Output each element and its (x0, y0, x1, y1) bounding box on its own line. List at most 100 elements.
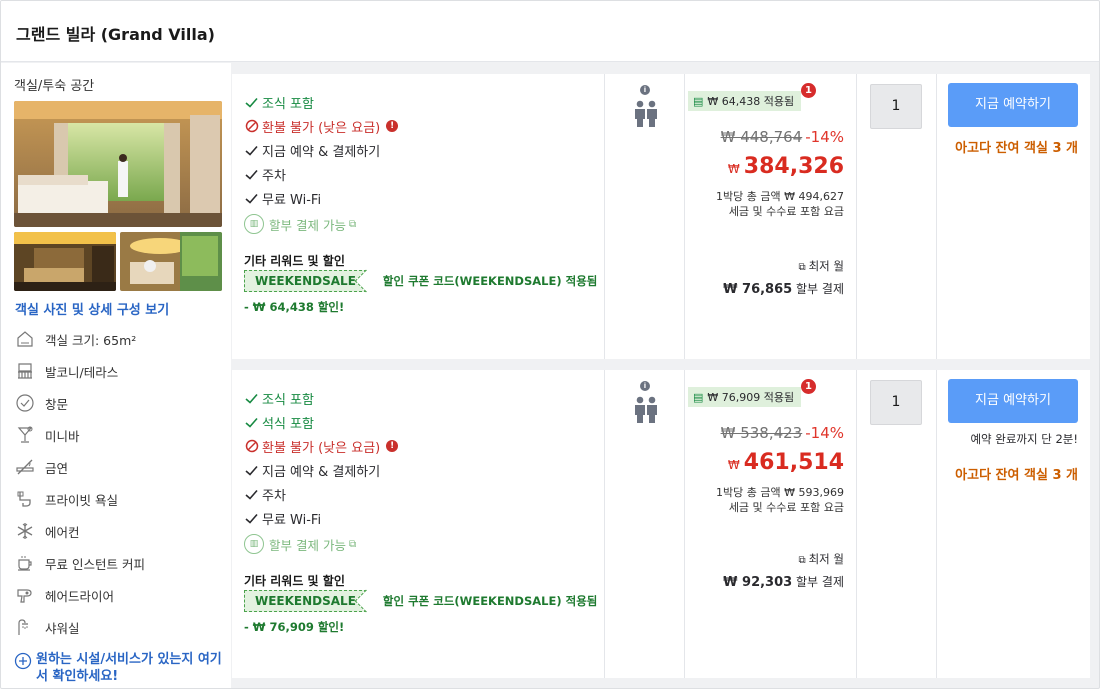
amenity-label: 무료 인스턴트 커피 (45, 556, 145, 572)
tax-note: 세금 및 수수료 포함 요금 (728, 501, 844, 514)
room-title: 그랜드 빌라 (Grand Villa) (16, 25, 215, 44)
notification-badge[interactable]: 1 (801, 83, 816, 98)
external-link-icon: ⧉ (348, 538, 357, 550)
per-night-total: 1박당 총 금액 ₩ 494,627 (716, 190, 844, 203)
quantity-cell: 1 (857, 74, 937, 359)
amenity-item: 발코니/테라스 (14, 359, 229, 383)
lowest-monthly[interactable]: ⧉ 최저 월 (798, 258, 844, 274)
price-cell: ▤ ₩ 64,438 적용됨 1 ₩ 448,764 -14% ₩384,326 1박당 총… (685, 74, 857, 359)
occupancy-cell: i (605, 370, 685, 678)
book-now-button[interactable]: 지금 예약하기 (948, 379, 1078, 423)
amenity-label: 금연 (45, 460, 69, 476)
benefit-label: 무료 Wi-Fi (262, 192, 322, 208)
coupon-applied-text: 할인 쿠폰 코드(WEEKENDSALE) 적용됨 (382, 274, 598, 288)
amenity-item: 에어컨 (14, 519, 229, 543)
private-bathroom-icon (14, 488, 36, 510)
book-now-button[interactable]: 지금 예약하기 (948, 83, 1078, 127)
monthly-payment: ₩ 76,865 할부 결제 (723, 280, 844, 297)
benefit-label: 조식 포함 (262, 96, 314, 112)
facilities-link[interactable]: 원하는 시설/서비스가 있는지 여기서 확인하세요! (14, 651, 226, 685)
check-icon (244, 489, 259, 500)
benefit-label: 주차 (262, 488, 286, 504)
two-adults-icon (635, 100, 657, 127)
lowest-monthly-label: 최저 월 (808, 259, 844, 273)
no-refund-icon (244, 439, 259, 453)
two-adults-icon (635, 396, 657, 423)
amenity-item: 헤어드라이어 (14, 583, 229, 607)
room-quantity-select[interactable]: 1 (870, 84, 922, 129)
installment-icon: ▥ (244, 214, 264, 234)
minibar-icon (14, 424, 36, 446)
lowest-monthly-label: 최저 월 (808, 552, 844, 566)
original-price: ₩ 448,764 -14% (721, 128, 844, 146)
price-cell: ▤ ₩ 76,909 적용됨 1 ₩ 538,423 -14% ₩461,514 1박당 총… (685, 370, 857, 678)
percent-off: -14% (805, 424, 844, 442)
benefit-item: 조식 포함 (244, 93, 314, 112)
rewards-title: 기타 리워드 및 할인 (244, 574, 345, 588)
applied-discount-label: ₩ 76,909 적용됨 (707, 391, 795, 404)
notification-badge[interactable]: 1 (801, 379, 816, 394)
discount-amount: - ₩ 64,438 할인! (244, 300, 345, 314)
urgency-note: 예약 완료까지 단 2분! (970, 432, 1078, 446)
hair-dryer-icon (14, 584, 36, 606)
ticket-icon: ▤ (693, 94, 704, 108)
amenity-item: 미니바 (14, 423, 229, 447)
facilities-link-label: 원하는 시설/서비스가 있는지 여기서 확인하세요! (36, 652, 222, 684)
info-icon[interactable]: ! (386, 440, 399, 452)
currency-symbol: ₩ (727, 162, 740, 176)
amenity-item: 샤워실 (14, 615, 229, 639)
benefit-label: 지금 예약 & 결제하기 (262, 464, 381, 480)
monthly-amount: ₩ 76,865 (723, 282, 793, 297)
benefit-item: 무료 Wi-Fi (244, 189, 322, 208)
benefit-label: 석식 포함 (262, 416, 314, 432)
coupon-row: WEEKENDSALE 할인 쿠폰 코드(WEEKENDSALE) 적용됨 (244, 590, 597, 612)
check-icon (244, 193, 259, 204)
room-size-icon (14, 328, 36, 350)
benefit-item: 지금 예약 & 결제하기 (244, 461, 381, 480)
room-quantity-select[interactable]: 1 (870, 380, 922, 425)
amenity-label: 발코니/테라스 (45, 364, 119, 380)
applied-discount-tag: ▤ ₩ 76,909 적용됨 (688, 387, 802, 407)
air-conditioner-icon (14, 520, 36, 542)
monthly-suffix: 할부 결제 (796, 282, 844, 296)
external-link-icon: ⧉ (798, 262, 806, 273)
check-icon (244, 417, 259, 428)
room-photos-link[interactable]: 객실 사진 및 상세 구성 보기 (15, 299, 169, 318)
benefit-label: 무료 Wi-Fi (262, 512, 322, 528)
installment-item[interactable]: ▥ 할부 결제 가능 ⧉ (244, 214, 357, 234)
amenity-label: 에어컨 (45, 524, 80, 540)
info-icon[interactable]: ! (386, 120, 399, 132)
coupon-code-tag: WEEKENDSALE (244, 270, 367, 292)
lowest-monthly[interactable]: ⧉ 최저 월 (798, 551, 844, 567)
occupancy-cell: i (605, 74, 685, 359)
final-price: ₩384,326 (728, 154, 844, 179)
no-refund-icon (244, 119, 259, 133)
amenity-label: 객실 크기: 65m² (45, 332, 137, 348)
room-offer-panel: 그랜드 빌라 (Grand Villa) 객실/투숙 공간 객실 사진 및 상세… (0, 0, 1100, 689)
installment-item[interactable]: ▥ 할부 결제 가능 ⧉ (244, 534, 357, 554)
rate-offer-row: 조식 포함 환불 불가 (낮은 요금)! 지금 예약 & 결제하기 주차 무료 Wi-F… (232, 74, 1090, 359)
room-photo-thumb-2[interactable] (120, 232, 222, 291)
external-link-icon: ⧉ (348, 218, 357, 230)
monthly-payment: ₩ 92,303 할부 결제 (723, 573, 844, 590)
installment-label: 할부 결제 가능 (269, 537, 346, 553)
check-icon (244, 145, 259, 156)
check-icon (244, 97, 259, 108)
coupon-applied-text: 할인 쿠폰 코드(WEEKENDSALE) 적용됨 (382, 594, 598, 608)
room-photo-main[interactable] (14, 101, 222, 227)
ticket-icon: ▤ (693, 390, 704, 404)
strikethrough-price: ₩ 538,423 (720, 424, 803, 442)
rate-offer-row: 조식 포함 석식 포함 환불 불가 (낮은 요금)! 지금 예약 & 결제하기 주차 무료… (232, 370, 1090, 678)
strikethrough-price: ₩ 448,764 (720, 128, 803, 146)
info-icon[interactable]: i (640, 85, 650, 95)
info-icon[interactable]: i (640, 381, 650, 391)
check-icon (244, 513, 259, 524)
room-photo-thumb-1[interactable] (14, 232, 116, 291)
applied-discount-label: ₩ 64,438 적용됨 (707, 95, 795, 108)
final-price-value: 384,326 (743, 154, 844, 179)
shower-icon (14, 616, 36, 638)
booking-cell: 지금 예약하기아고다 잔여 객실 3 개 (937, 74, 1090, 359)
rooms-left-message: 아고다 잔여 객실 3 개 (955, 141, 1078, 156)
installment-label: 할부 결제 가능 (269, 217, 346, 233)
benefit-item: 조식 포함 (244, 389, 314, 408)
